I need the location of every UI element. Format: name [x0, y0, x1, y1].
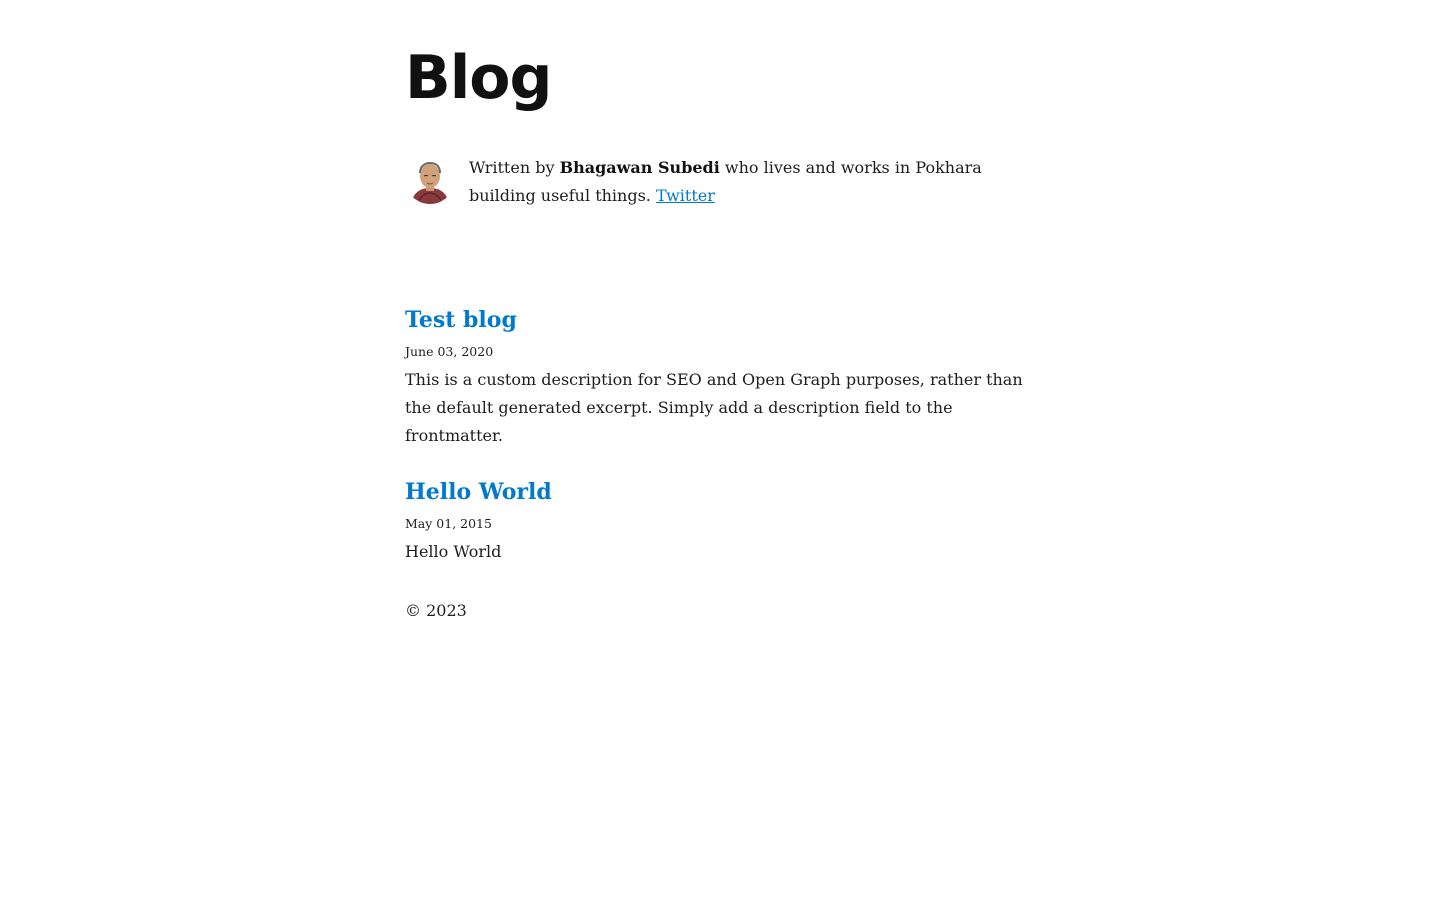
post-title-link[interactable]: Hello World: [405, 476, 552, 508]
post-title-link[interactable]: Test blog: [405, 304, 517, 336]
site-title[interactable]: Blog: [405, 38, 552, 118]
post-item: Test blog June 03, 2020 This is a custom…: [405, 304, 1045, 450]
post-item: Hello World May 01, 2015 Hello World: [405, 476, 1045, 566]
twitter-link[interactable]: Twitter: [656, 186, 715, 205]
post-excerpt: This is a custom description for SEO and…: [405, 370, 1023, 445]
bio-prefix: Written by: [469, 158, 560, 177]
post-date: June 03, 2020: [405, 344, 494, 359]
post-date: May 01, 2015: [405, 516, 492, 531]
author-avatar: [405, 154, 455, 204]
author-name: Bhagawan Subedi: [559, 158, 720, 177]
author-bio: Written by Bhagawan Subedi who lives and…: [405, 154, 1045, 210]
footer-copyright: © 2023: [405, 601, 467, 620]
post-excerpt: Hello World: [405, 542, 502, 561]
bio-text: Written by Bhagawan Subedi who lives and…: [469, 154, 1039, 210]
